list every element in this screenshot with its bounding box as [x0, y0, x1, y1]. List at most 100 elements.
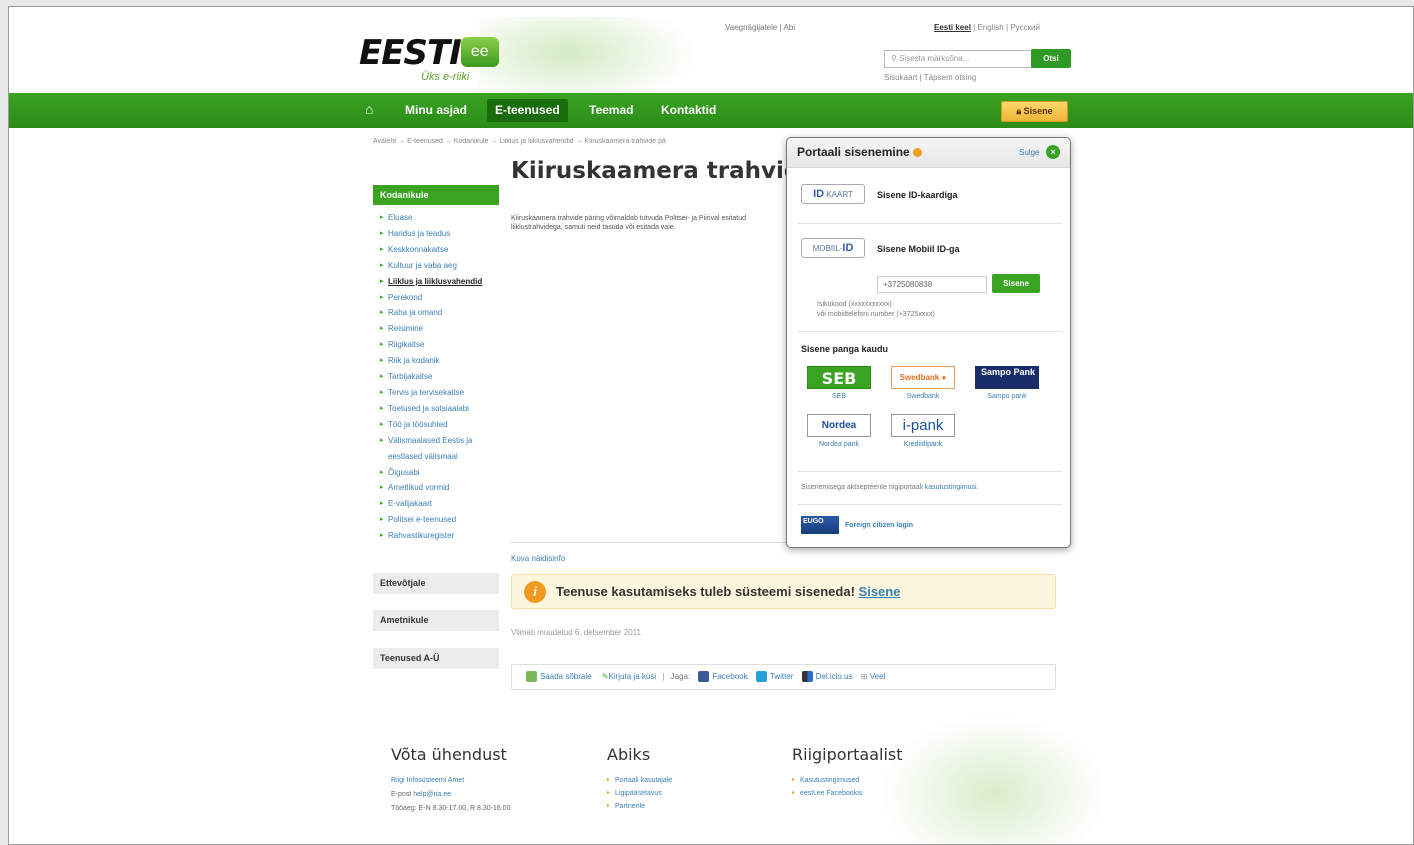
breadcrumb[interactable]: Avaleht → E-teenused → Kodanikule → Liik… [373, 138, 793, 145]
nav-e-teenused[interactable]: E-teenused [487, 99, 568, 122]
nav-kontaktid[interactable]: Kontaktid [653, 93, 724, 128]
facebook-link[interactable]: Facebook [712, 672, 747, 681]
twitter-icon [755, 671, 767, 683]
terms-text: Sisenemisega aktsepteerite riigiportaali… [801, 484, 978, 491]
intro-text: Kiiruskaamera trahvide päring võimaldab … [511, 215, 747, 231]
popup-title-text: Portaali sisenemine [797, 145, 910, 159]
email-link[interactable]: help@ria.ee [413, 791, 451, 798]
sidebar-item[interactable]: Töö ja töösuhted [380, 417, 499, 433]
terms-link[interactable]: kasutustingimusi. [925, 484, 979, 491]
sample-info-link[interactable]: Kuva näidisinfo [511, 554, 565, 563]
sidebar-list: EluaseHaridus ja teadusKeskkonnakaitseKu… [373, 205, 499, 544]
sidebar-box-ametnikule[interactable]: Ametnikule [373, 610, 499, 631]
notice-login-link[interactable]: Sisene [859, 584, 901, 599]
divider [797, 223, 1062, 224]
footer-link-partner[interactable]: Partnerile [607, 800, 672, 813]
write-ask-link[interactable]: Kirjuta ja küsi [609, 672, 657, 681]
top-links: Vaegnägijatele | Abi [725, 23, 795, 32]
nordea-logo[interactable]: Nordea [807, 414, 871, 437]
sidebar-item[interactable]: Perekond [380, 290, 499, 306]
sidebar-item[interactable]: Riik ja kodanik [380, 353, 499, 369]
sidebar-box-ettevotjale[interactable]: Ettevõtjale [373, 573, 499, 594]
popup-title: Portaali sisenemine [797, 145, 923, 159]
id-card-logo[interactable]: ID KAART [801, 184, 865, 204]
search-icon: ⚲ [891, 54, 900, 63]
more-link[interactable]: Veel [870, 672, 886, 681]
nav-teemad[interactable]: Teemad [581, 93, 641, 128]
id-logo-mark: ID [813, 188, 825, 200]
sidebar-item[interactable]: Riigikaitse [380, 337, 499, 353]
link-sitemap[interactable]: Sisukaart [884, 73, 917, 82]
sampo-logo[interactable]: Sampo Pank [975, 366, 1039, 389]
mobile-id-logo[interactable]: MOBIIL-ID [801, 238, 865, 258]
sidebar-item[interactable]: Õigusabi [380, 465, 499, 481]
sidebar-item[interactable]: Tervis ja tervisekaitse [380, 385, 499, 401]
seb-logo[interactable]: SEB [807, 366, 871, 389]
send-icon [526, 671, 537, 683]
sidebar-item[interactable]: Raha ja omand [380, 305, 499, 321]
sidebar-item[interactable]: Ametlikud vormid [380, 480, 499, 496]
sidebar-item[interactable]: Keskkonnakaitse [380, 242, 499, 258]
search-placeholder: Sisesta märksõna... [899, 54, 970, 63]
sidebar-item[interactable]: Reisimine [380, 321, 499, 337]
seb-bank-link[interactable]: SEB [804, 393, 874, 400]
facebook-icon [698, 671, 710, 683]
ipank-logo[interactable]: i-pank [891, 414, 955, 437]
search-input[interactable]: ⚲ Sisesta märksõna... [884, 50, 1032, 68]
foreign-citizen-login-link[interactable]: Foreign citizen login [845, 522, 913, 529]
popup-close-link[interactable]: Sulge [1019, 148, 1039, 157]
sidebar-box-teenused[interactable]: Teenused A-Ü [373, 648, 499, 669]
home-icon[interactable]: ⌂ [365, 101, 385, 119]
sidebar-item[interactable]: Kultuur ja vaba aeg [380, 258, 499, 274]
link-accessibility[interactable]: Vaegnägijatele [725, 23, 777, 32]
swedbank-logo-text: Swedbank [899, 373, 940, 382]
login-button[interactable]: 🔒︎ Sisene [1001, 101, 1068, 122]
mobile-id-login-label: Sisene Mobiil ID-ga [877, 244, 960, 254]
swedbank-logo[interactable]: Swedbank ● [891, 366, 955, 389]
twitter-link[interactable]: Twitter [770, 672, 794, 681]
footer-portal: Riigiportaalist Kasutustingimused eesti.… [792, 745, 903, 800]
footer-link-portal-user[interactable]: Portaali kasutajale [607, 774, 672, 787]
close-icon[interactable]: × [1046, 145, 1060, 159]
sidebar-item[interactable]: Rahvastikuregister [380, 528, 499, 544]
swedbank-bank-link[interactable]: Swedbank [888, 393, 958, 400]
sidebar-item[interactable]: E-valijakaart [380, 496, 499, 512]
lang-english[interactable]: English [977, 23, 1003, 32]
sidebar-heading[interactable]: Kodanikule [373, 185, 499, 205]
send-to-friend-link[interactable]: Saada sõbrale [540, 672, 592, 681]
phone-number-input[interactable]: +3725080838 [877, 276, 987, 293]
main-nav: ⌂ Minu asjad E-teenused Teemad Kontaktid… [9, 93, 1413, 128]
mobile-id-submit-button[interactable]: Sisene [992, 274, 1040, 293]
search-button[interactable]: Otsi [1031, 49, 1071, 68]
sidebar-item[interactable]: Liiklus ja liiklusvahendid [380, 274, 499, 290]
browser-page: EESTI ee Üks e-riiki Vaegnägijatele | Abi… [8, 6, 1414, 845]
sidebar-item[interactable]: Eluase [380, 210, 499, 226]
lang-estonian[interactable]: Eesti keel [934, 23, 971, 32]
id-card-login-label[interactable]: Sisene ID-kaardiga [877, 190, 958, 200]
footer-portal-list: Kasutustingimused eesti.ee Facebookis [792, 774, 903, 800]
sidebar-item[interactable]: Haridus ja teadus [380, 226, 499, 242]
link-advanced-search[interactable]: Täpsem otsing [924, 73, 976, 82]
pencil-icon: ✎ [601, 672, 609, 681]
footer-link-terms[interactable]: Kasutustingimused [792, 774, 903, 787]
sidebar-item[interactable]: Politsei e-teenused [380, 512, 499, 528]
sidebar-item[interactable]: Tarbijakaitse [380, 369, 499, 385]
lang-russian[interactable]: Русский [1010, 23, 1040, 32]
sidebar-item[interactable]: Toetused ja sotsiaalabi [380, 401, 499, 417]
nordea-bank-link[interactable]: Nordea pank [804, 441, 874, 448]
krediidipank-bank-link[interactable]: Krediidipank [888, 441, 958, 448]
hint-line-1: Isikukood (xxxxxxxxxxx) [817, 301, 892, 308]
eugo-logo[interactable]: EUGO [801, 516, 839, 534]
footer-link-facebook[interactable]: eesti.ee Facebookis [792, 787, 903, 800]
link-help[interactable]: Abi [783, 23, 795, 32]
site-logo[interactable]: EESTI ee Üks e-riiki [359, 33, 499, 83]
divider [797, 471, 1062, 472]
sampo-bank-link[interactable]: Sampo pank [972, 393, 1042, 400]
bank-login-heading: Sisene panga kaudu [801, 344, 889, 354]
delicious-link[interactable]: Del.icio.us [816, 672, 853, 681]
help-dot-icon[interactable] [913, 148, 923, 158]
nav-minu-asjad[interactable]: Minu asjad [397, 93, 475, 128]
sidebar-item[interactable]: Välismaalased Eestis ja eestlased välism… [380, 433, 499, 465]
language-switcher: Eesti keel | English | Русский [934, 23, 1040, 32]
footer-link-accessibility[interactable]: Ligipääsetavus [607, 787, 672, 800]
